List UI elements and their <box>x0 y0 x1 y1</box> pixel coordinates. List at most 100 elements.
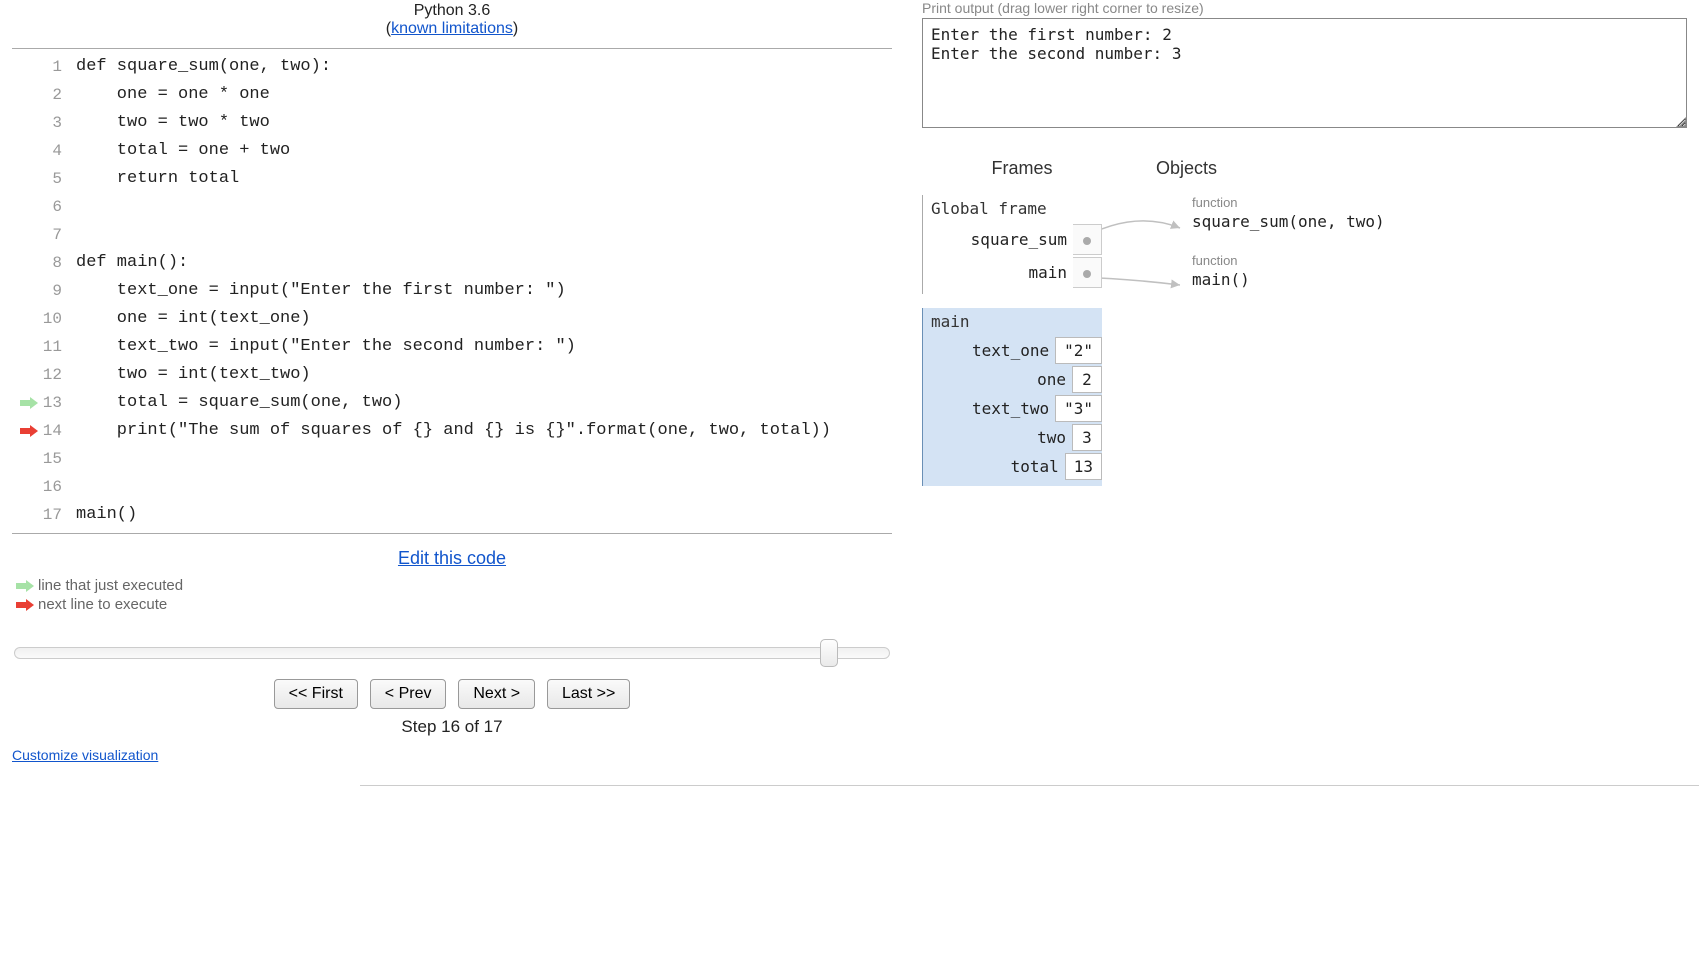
code-text: total = square_sum(one, two) <box>76 389 892 417</box>
known-limitations-link[interactable]: known limitations <box>391 20 513 37</box>
code-line: 13 total = square_sum(one, two) <box>12 389 892 417</box>
line-number: 15 <box>42 445 76 473</box>
code-text: def square_sum(one, two): <box>76 53 892 81</box>
frame-variable: total13 <box>931 453 1102 480</box>
var-name: square_sum <box>971 230 1073 249</box>
code-line: 6 <box>12 193 892 221</box>
code-line: 8def main(): <box>12 249 892 277</box>
object-repr: square_sum(one, two) <box>1192 212 1687 231</box>
slider-thumb[interactable] <box>820 639 838 667</box>
next-button[interactable]: Next > <box>458 679 535 709</box>
object-type-label: function <box>1192 253 1687 268</box>
line-number: 11 <box>42 333 76 361</box>
line-number: 13 <box>42 389 76 417</box>
code-line: 1def square_sum(one, two): <box>12 53 892 81</box>
first-button[interactable]: << First <box>274 679 358 709</box>
bottom-divider <box>360 785 1699 786</box>
code-line: 12 two = int(text_two) <box>12 361 892 389</box>
code-text: text_two = input("Enter the second numbe… <box>76 333 892 361</box>
pointer-dot-icon <box>1083 237 1091 245</box>
code-text: def main(): <box>76 249 892 277</box>
var-value: "3" <box>1055 395 1102 422</box>
edit-code-link[interactable]: Edit this code <box>398 548 506 568</box>
code-line: 4 total = one + two <box>12 137 892 165</box>
line-number: 12 <box>42 361 76 389</box>
var-name: two <box>1037 428 1072 447</box>
code-line: 5 return total <box>12 165 892 193</box>
frame-variable: one2 <box>931 366 1102 393</box>
var-name: one <box>1037 370 1072 389</box>
legend-next-line: next line to execute <box>12 596 892 613</box>
code-line: 17main() <box>12 501 892 529</box>
print-output-label: Print output (drag lower right corner to… <box>922 0 1687 16</box>
resize-handle-icon[interactable] <box>1674 115 1687 128</box>
language-name: Python 3.6 <box>414 2 491 19</box>
var-value-pointer <box>1073 257 1102 288</box>
line-number: 3 <box>42 109 76 137</box>
line-number: 2 <box>42 81 76 109</box>
line-number: 5 <box>42 165 76 193</box>
code-line: 16 <box>12 473 892 501</box>
line-number: 14 <box>42 417 76 445</box>
main-frame: main text_one"2"one2text_two"3"two3total… <box>922 308 1102 486</box>
objects-header: Objects <box>1122 158 1687 179</box>
frame-title: main <box>931 312 1102 331</box>
var-value: "2" <box>1055 337 1102 364</box>
var-value: 2 <box>1072 366 1102 393</box>
var-name: text_one <box>972 341 1055 360</box>
code-text: one = one * one <box>76 81 892 109</box>
line-number: 10 <box>42 305 76 333</box>
legend-just-executed: line that just executed <box>12 577 892 594</box>
code-text: total = one + two <box>76 137 892 165</box>
line-number: 6 <box>42 193 76 221</box>
last-button[interactable]: Last >> <box>547 679 630 709</box>
code-text: return total <box>76 165 892 193</box>
code-line: 10 one = int(text_one) <box>12 305 892 333</box>
line-number: 4 <box>42 137 76 165</box>
heap-object: function main() <box>1192 253 1687 289</box>
line-number: 16 <box>42 473 76 501</box>
customize-visualization-link[interactable]: Customize visualization <box>12 747 158 763</box>
code-text: one = int(text_one) <box>76 305 892 333</box>
code-line: 7 <box>12 221 892 249</box>
code-line: 3 two = two * two <box>12 109 892 137</box>
frame-variable: main <box>931 257 1102 288</box>
step-label: Step 16 of 17 <box>12 717 892 737</box>
frame-variable: text_two"3" <box>931 395 1102 422</box>
arrow-just-executed-icon <box>20 397 38 409</box>
code-text: two = two * two <box>76 109 892 137</box>
code-line: 15 <box>12 445 892 473</box>
line-number: 9 <box>42 277 76 305</box>
line-number: 8 <box>42 249 76 277</box>
code-text: text_one = input("Enter the first number… <box>76 277 892 305</box>
code-listing: 1def square_sum(one, two):2 one = one * … <box>12 48 892 534</box>
frames-header: Frames <box>922 158 1122 179</box>
line-number: 7 <box>42 221 76 249</box>
object-repr: main() <box>1192 270 1687 289</box>
print-output-box[interactable]: Enter the first number: 2 Enter the seco… <box>922 18 1687 128</box>
code-text: main() <box>76 501 892 529</box>
print-output-text: Enter the first number: 2 Enter the seco… <box>931 25 1181 63</box>
frame-variable: text_one"2" <box>931 337 1102 364</box>
line-number: 1 <box>42 53 76 81</box>
code-text: two = int(text_two) <box>76 361 892 389</box>
prev-button[interactable]: < Prev <box>370 679 447 709</box>
global-frame: Global frame square_summain <box>922 195 1102 294</box>
arrow-red-icon <box>16 599 34 611</box>
var-name: main <box>1028 263 1073 282</box>
var-value-pointer <box>1073 224 1102 255</box>
step-slider[interactable] <box>12 641 892 661</box>
pointer-dot-icon <box>1083 270 1091 278</box>
code-line: 14 print("The sum of squares of {} and {… <box>12 417 892 445</box>
code-line: 11 text_two = input("Enter the second nu… <box>12 333 892 361</box>
var-name: text_two <box>972 399 1055 418</box>
language-header: Python 3.6 (known limitations) <box>12 0 892 40</box>
line-number: 17 <box>42 501 76 529</box>
frame-variable: two3 <box>931 424 1102 451</box>
code-text: print("The sum of squares of {} and {} i… <box>76 417 892 445</box>
arrow-green-icon <box>16 580 34 592</box>
code-line: 9 text_one = input("Enter the first numb… <box>12 277 892 305</box>
frame-variable: square_sum <box>931 224 1102 255</box>
heap-object: functionsquare_sum(one, two) <box>1192 195 1687 231</box>
arrow-next-line-icon <box>20 425 38 437</box>
